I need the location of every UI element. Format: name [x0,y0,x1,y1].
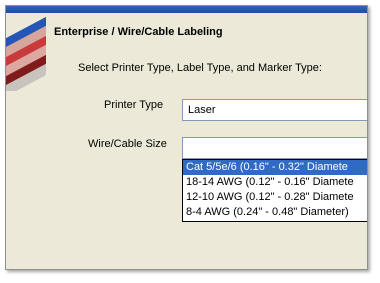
printer-type-select[interactable]: Laser [182,99,367,121]
dropdown-option-18-14-awg[interactable]: 18-14 AWG (0.12" - 0.16" Diamete [183,175,367,190]
dropdown-option-12-10-awg[interactable]: 12-10 AWG (0.12" - 0.28" Diamete [183,190,367,205]
window-top-bar [6,6,367,13]
dropdown-option-cat5[interactable]: Cat 5/5e/6 (0.16" - 0.32" Diamete [183,160,367,175]
wire-cable-size-label: Wire/Cable Size [88,138,167,150]
printer-type-value: Laser [188,104,216,116]
page-title: Enterprise / Wire/Cable Labeling [54,26,223,38]
wire-cable-size-select[interactable] [182,137,367,159]
cable-photo-image [6,13,46,91]
wire-cable-labeling-panel: Enterprise / Wire/Cable Labeling Select … [5,5,368,270]
dropdown-option-8-4-awg[interactable]: 8-4 AWG (0.24" - 0.48" Diameter) [183,205,367,220]
wire-cable-size-dropdown-list: Cat 5/5e/6 (0.16" - 0.32" Diamete 18-14 … [182,159,367,222]
printer-type-label: Printer Type [104,99,164,111]
instruction-text: Select Printer Type, Label Type, and Mar… [78,62,322,74]
